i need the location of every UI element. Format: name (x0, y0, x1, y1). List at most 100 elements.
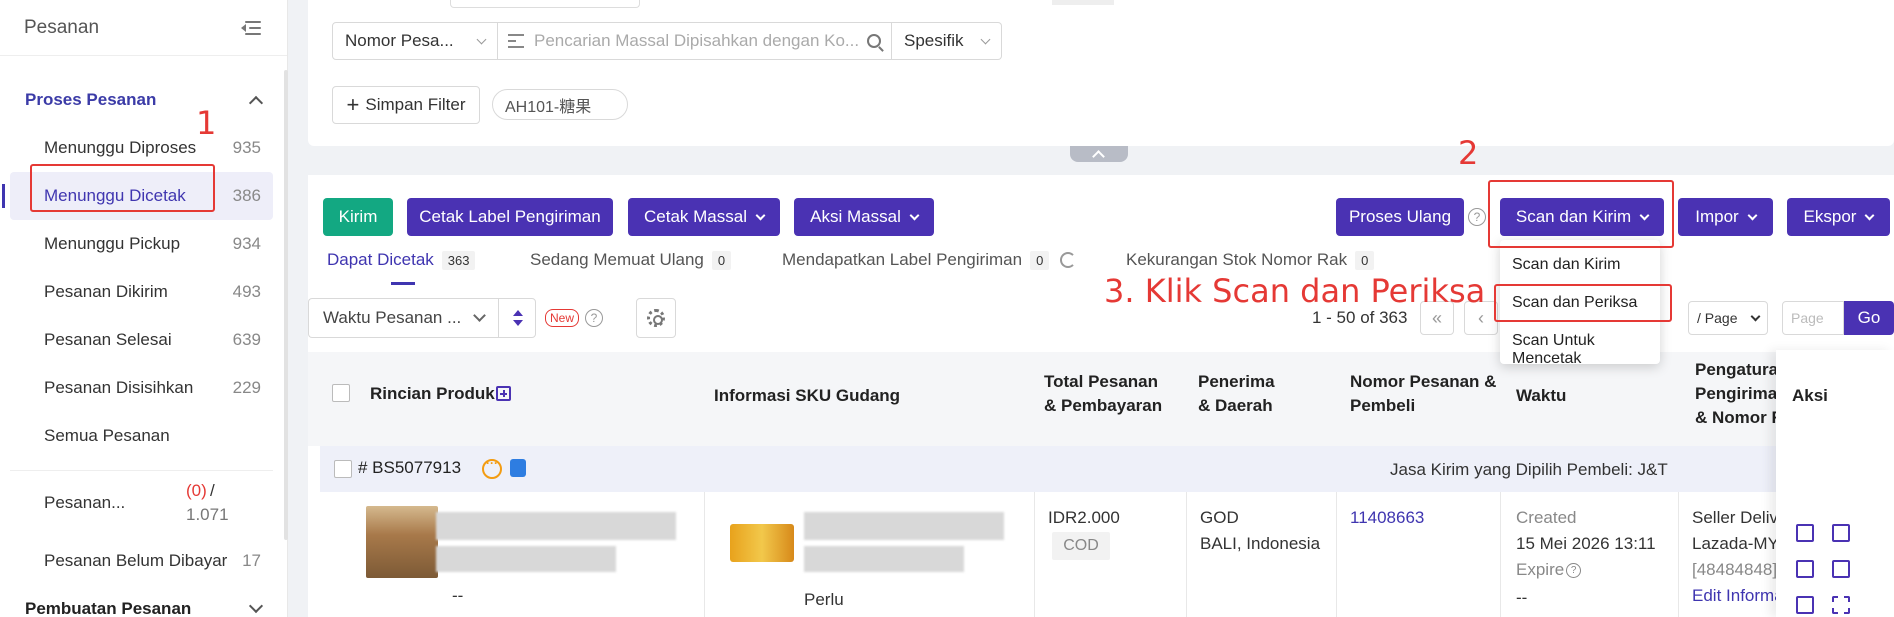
divider (1186, 492, 1187, 617)
sidebar-header: Pesanan (0, 0, 287, 56)
order-number-link[interactable]: 11408663 (1350, 508, 1424, 528)
collapse-menu-icon[interactable] (241, 19, 263, 37)
sidebar-item-pesanan-lainnya[interactable]: Pesanan... (0) / 1.071 (0, 471, 287, 529)
tab-label: Sedang Memuat Ulang (530, 250, 704, 269)
tab-count: 0 (711, 250, 732, 270)
sidebar-item-semua-pesanan[interactable]: Semua Pesanan (0, 412, 287, 460)
tab-count: 0 (1030, 250, 1050, 270)
search-box (498, 22, 892, 60)
sort-select[interactable]: Waktu Pesanan ... (308, 298, 498, 338)
barcode-icon[interactable] (1832, 596, 1850, 614)
cetak-massal-button[interactable]: Cetak Massal (628, 198, 780, 236)
impor-button[interactable]: Impor (1678, 198, 1773, 236)
filter-input-partial[interactable] (450, 0, 640, 8)
kirim-button[interactable]: Kirim (323, 198, 393, 236)
sidebar-section-proses-pesanan[interactable]: Proses Pesanan (0, 76, 287, 124)
section-title: Proses Pesanan (25, 90, 157, 109)
sidebar-item-pesanan-dikirim[interactable]: Pesanan Dikirim 493 (0, 268, 287, 316)
aksi-massal-button[interactable]: Aksi Massal (794, 198, 934, 236)
tab-mendapatkan-label[interactable]: Mendapatkan Label Pengiriman 0 (782, 250, 1050, 270)
select-value: Spesifik (904, 31, 964, 50)
divider (1678, 492, 1679, 617)
ship-icon[interactable] (1796, 524, 1814, 542)
help-icon[interactable]: ? (1468, 208, 1486, 226)
menu-item-scan-cetak[interactable]: Scan Untuk Mencetak (1512, 332, 1660, 368)
help-icon[interactable]: ? (585, 309, 603, 327)
menu-item-scan-kirim[interactable]: Scan dan Kirim (1512, 256, 1621, 274)
shipping-provider: Seller Delive (1692, 508, 1788, 527)
section-title: Pembuatan Pesanan (25, 599, 192, 617)
print-icon[interactable] (1796, 560, 1814, 578)
tab-dapat-dicetak[interactable]: Dapat Dicetak 363 (327, 250, 476, 285)
order-total: IDR2.000 (1048, 508, 1120, 527)
filter-panel: Nomor Pesa... Spesifik + Simpan Filter A… (308, 0, 1894, 146)
help-icon[interactable]: ? (1566, 563, 1582, 579)
error-count: (0) (186, 481, 207, 500)
button-label: Cetak Massal (644, 207, 747, 226)
sidebar-item-count: 639 (232, 330, 261, 349)
tab-kekurangan-stok[interactable]: Kekurangan Stok Nomor Rak 0 (1126, 250, 1375, 270)
tab-label: Mendapatkan Label Pengiriman (782, 250, 1023, 269)
sidebar-item-pesanan-disisihkan[interactable]: Pesanan Disisihkan 229 (0, 364, 287, 412)
search-icon[interactable] (867, 34, 881, 48)
column-header-receiver: Penerima & Daerah (1198, 370, 1275, 418)
page-number-input[interactable] (1782, 301, 1844, 335)
count-separator: / (210, 481, 215, 500)
row-checkbox[interactable] (334, 460, 352, 478)
column-header-action: Aksi (1792, 386, 1828, 405)
plus-icon: + (346, 92, 360, 117)
chevron-down-icon (1750, 311, 1761, 321)
sidebar-item-count: 17 (242, 551, 261, 570)
sku-image[interactable] (730, 524, 794, 562)
document-icon[interactable] (1832, 524, 1850, 542)
expand-icon[interactable] (496, 386, 511, 401)
sidebar-item-pesanan-selesai[interactable]: Pesanan Selesai 639 (0, 316, 287, 364)
match-type-select[interactable]: Spesifik (892, 22, 1002, 60)
annotation-box-step1 (30, 164, 215, 212)
sidebar-item-count: 229 (232, 378, 261, 397)
invoice-icon[interactable] (1796, 596, 1814, 614)
expire-label: Expire? (1516, 560, 1582, 580)
edit-shipping-link[interactable]: Edit Informa (1692, 586, 1784, 606)
chat-icon[interactable] (482, 456, 502, 479)
select-all-checkbox[interactable] (332, 384, 350, 402)
gear-icon (647, 309, 665, 327)
product-placeholder: -- (452, 586, 464, 605)
cetak-label-button[interactable]: Cetak Label Pengiriman (407, 198, 613, 236)
saved-filter-tag[interactable]: AH101-糖果 (492, 89, 628, 120)
sort-direction-icon[interactable] (498, 298, 536, 338)
save-filter-button[interactable]: + Simpan Filter (332, 86, 480, 124)
tag-label: AH101-糖果 (505, 98, 592, 116)
settings-button[interactable] (636, 298, 676, 338)
created-time: 15 Mei 2026 13:11 (1516, 534, 1656, 553)
edit-document-icon[interactable] (1832, 560, 1850, 578)
sidebar-scrollbar[interactable] (284, 70, 288, 540)
button-label: Ekspor (1803, 207, 1857, 226)
chevron-up-icon (248, 95, 264, 111)
refresh-icon[interactable] (1060, 252, 1076, 268)
page-size-select[interactable]: / Page (1688, 301, 1768, 335)
column-header-shipping: Pengaturan Pengiriman & Nomor R (1695, 358, 1789, 430)
sidebar-item-count: 386 (232, 186, 261, 205)
search-field-select[interactable]: Nomor Pesa... (332, 22, 498, 60)
sidebar-item-menunggu-pickup[interactable]: Menunggu Pickup 934 (0, 220, 287, 268)
divider (704, 492, 705, 617)
proses-ulang-button[interactable]: Proses Ulang (1336, 198, 1464, 236)
annotation-step2: 2 (1458, 134, 1479, 172)
search-input[interactable] (534, 31, 861, 51)
header-line: Total Pesanan (1044, 372, 1158, 391)
sidebar-item-belum-dibayar[interactable]: Pesanan Belum Dibayar 17 (0, 537, 287, 585)
sku-note: Perlu (804, 590, 844, 609)
tab-count: 363 (441, 250, 476, 270)
divider (1500, 492, 1501, 617)
go-button[interactable]: Go (1844, 301, 1894, 335)
sidebar-title: Pesanan (24, 16, 100, 38)
header-line: & Daerah (1198, 396, 1273, 415)
tab-sedang-memuat-ulang[interactable]: Sedang Memuat Ulang 0 (530, 250, 732, 270)
sidebar-item-label: Menunggu Pickup (44, 234, 181, 253)
product-image[interactable] (366, 506, 438, 578)
expire-value: -- (1516, 588, 1528, 607)
sidebar-section-pembuatan-pesanan[interactable]: Pembuatan Pesanan (0, 585, 287, 617)
ekspor-button[interactable]: Ekspor (1787, 198, 1890, 236)
collapse-filter-handle[interactable] (1070, 146, 1128, 162)
